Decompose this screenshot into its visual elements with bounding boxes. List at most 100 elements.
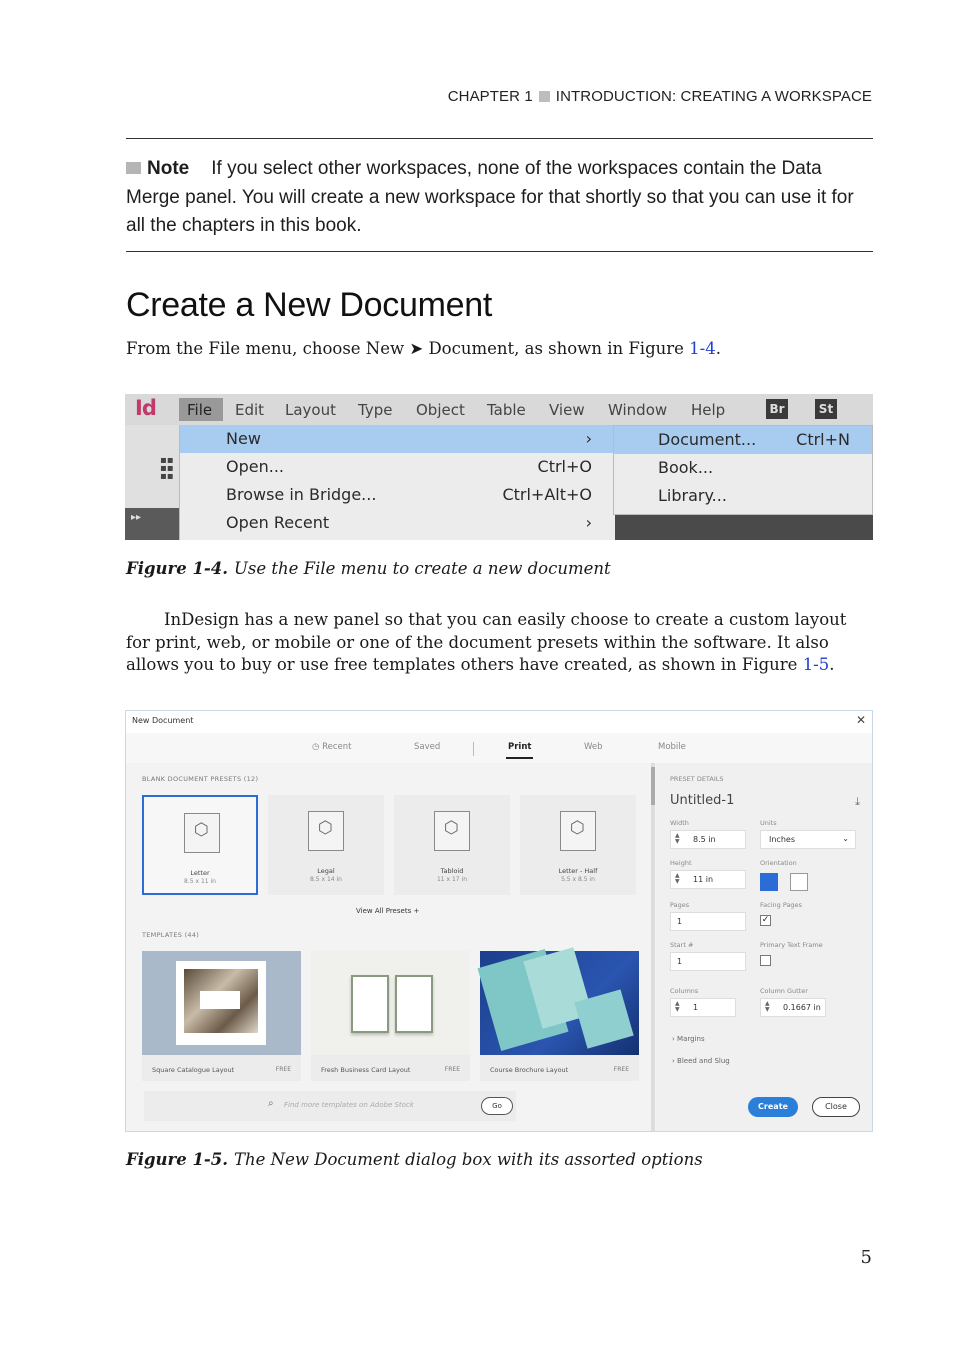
template-search-bar: ⌕ Find more templates on Adobe Stock (144, 1091, 516, 1121)
close-button[interactable]: Close (812, 1097, 860, 1117)
caption-label: Figure 1-4. (126, 559, 229, 578)
menu-table[interactable]: Table (487, 401, 526, 419)
menu-shortcut: Ctrl+Alt+O (502, 485, 592, 504)
note-square-icon (126, 162, 141, 174)
column-gutter-field[interactable]: ▲ ▼ 0.1667 in (760, 998, 826, 1017)
submenu-item-document[interactable]: Document... Ctrl+N (614, 426, 872, 454)
submenu-arrow-icon: › (585, 513, 592, 532)
tab-mobile[interactable]: Mobile (658, 742, 686, 752)
submenu-item-library[interactable]: Library... (614, 482, 872, 510)
bleed-slug-expander[interactable]: › Bleed and Slug (672, 1057, 730, 1065)
tab-web[interactable]: Web (584, 742, 603, 752)
template-card-square-catalogue[interactable]: Square Catalogue Layout FREE (142, 951, 301, 1081)
width-label: Width (670, 819, 689, 827)
primary-text-frame-checkbox[interactable] (760, 955, 771, 966)
tab-print[interactable]: Print (505, 742, 534, 759)
panel-scrollbar[interactable] (651, 763, 655, 1131)
category-tabs: ◷ Recent Saved Print Web Mobile (126, 733, 872, 763)
new-submenu: Document... Ctrl+N Book... Library... (613, 425, 873, 515)
submenu-item-book[interactable]: Book... (614, 454, 872, 482)
save-preset-icon[interactable]: ⤓ (855, 795, 860, 809)
figure-link-1-4[interactable]: 1-4 (689, 339, 716, 358)
menu-edit[interactable]: Edit (235, 401, 264, 419)
units-select[interactable]: Inches ⌄ (760, 830, 856, 849)
stepper-icon[interactable]: ▲ ▼ (675, 1001, 680, 1013)
figure-link-1-5[interactable]: 1-5 (803, 655, 830, 674)
landscape-orientation-icon[interactable] (790, 873, 808, 891)
stepper-icon[interactable]: ▲ ▼ (675, 873, 680, 885)
preset-card-letter-half[interactable]: Letter - Half 5.5 x 8.5 in (520, 795, 636, 895)
bleed-slug-label: Bleed and Slug (677, 1057, 730, 1065)
columns-field[interactable]: ▲ ▼ 1 (670, 998, 736, 1017)
paragraph-2-text: InDesign has a new panel so that you can… (126, 610, 847, 674)
grid-icon: ▪▪ ▪▪ ▪▪ (160, 455, 174, 482)
paragraph-1-text: From the File menu, choose New ➤ Documen… (126, 339, 690, 358)
width-field[interactable]: ▲ ▼ 8.5 in (670, 830, 746, 849)
stepper-icon[interactable]: ▲ ▼ (765, 1001, 770, 1013)
preset-size: 8.5 x 14 in (310, 876, 342, 883)
menu-window[interactable]: Window (608, 401, 667, 419)
menu-view[interactable]: View (549, 401, 585, 419)
preset-size: 5.5 x 8.5 in (561, 876, 595, 883)
template-search-input[interactable]: Find more templates on Adobe Stock (284, 1101, 414, 1109)
preset-card-legal[interactable]: Legal 8.5 x 14 in (268, 795, 384, 895)
go-button[interactable]: Go (481, 1097, 513, 1115)
facing-pages-checkbox[interactable]: ✓ (760, 915, 771, 926)
tab-saved[interactable]: Saved (414, 742, 440, 752)
bridge-badge[interactable]: Br (766, 399, 788, 419)
preset-card-letter[interactable]: Letter 8.5 x 11 in (142, 795, 258, 895)
margins-expander[interactable]: › Margins (672, 1035, 705, 1043)
menu-file[interactable]: File (179, 398, 223, 421)
primary-text-frame-label: Primary Text Frame (760, 941, 823, 949)
stepper-icon[interactable]: ▲ ▼ (675, 833, 680, 845)
document-preset-icon (560, 811, 596, 851)
collapse-icon[interactable]: ▸▸ (125, 508, 179, 540)
menu-object[interactable]: Object (416, 401, 465, 419)
menu-type[interactable]: Type (358, 401, 392, 419)
column-gutter-value: 0.1667 in (783, 1003, 821, 1012)
tab-recent[interactable]: ◷ Recent (312, 742, 352, 752)
height-field[interactable]: ▲ ▼ 11 in (670, 870, 746, 889)
document-preset-icon (434, 811, 470, 851)
dialog-titlebar: New Document ✕ (126, 711, 872, 733)
height-value: 11 in (693, 875, 714, 884)
template-thumbnail (142, 951, 301, 1055)
start-page-field[interactable]: 1 (670, 952, 746, 971)
units-value: Inches (769, 835, 795, 844)
stock-badge[interactable]: St (815, 399, 837, 419)
presets-section-label: BLANK DOCUMENT PRESETS (12) (142, 775, 259, 783)
menu-item-open-recent[interactable]: Open Recent › (180, 509, 616, 537)
menu-item-label: Open Recent (226, 513, 330, 532)
template-name: Square Catalogue Layout (152, 1066, 235, 1074)
figure-file-menu: Id File Edit Layout Type Object Table Vi… (125, 394, 873, 540)
menu-help[interactable]: Help (691, 401, 725, 419)
figure-new-document-dialog: New Document ✕ ◷ Recent Saved Print Web … (125, 710, 873, 1132)
menu-item-new[interactable]: New › (180, 425, 616, 453)
caption-text: The New Document dialog box with its ass… (234, 1150, 703, 1169)
column-gutter-label: Column Gutter (760, 987, 808, 995)
preset-size: 11 x 17 in (436, 876, 467, 883)
margins-label: Margins (677, 1035, 705, 1043)
menu-item-browse-bridge[interactable]: Browse in Bridge... Ctrl+Alt+O (180, 481, 616, 509)
scrollbar-thumb[interactable] (651, 767, 655, 805)
document-name-field[interactable]: Untitled-1 (670, 793, 734, 808)
menu-item-label: Open... (226, 457, 284, 476)
menu-item-label: New (226, 429, 261, 448)
view-all-presets-link[interactable]: View All Presets + (356, 907, 419, 915)
preset-name: Letter (190, 869, 210, 877)
paragraph-2-end: . (829, 655, 835, 674)
portrait-orientation-icon[interactable] (760, 873, 778, 891)
start-page-value: 1 (677, 957, 683, 966)
menu-item-label: Book... (658, 458, 714, 477)
document-preset-icon (184, 813, 220, 853)
preset-card-tabloid[interactable]: Tabloid 11 x 17 in (394, 795, 510, 895)
template-card-business-card[interactable]: Fresh Business Card Layout FREE (311, 951, 470, 1081)
pages-field[interactable]: 1 (670, 912, 746, 931)
close-icon[interactable]: ✕ (856, 713, 866, 727)
template-card-course-brochure[interactable]: Course Brochure Layout FREE (477, 947, 639, 1081)
create-button[interactable]: Create (748, 1097, 798, 1117)
menu-item-open[interactable]: Open... Ctrl+O (180, 453, 616, 481)
menu-layout[interactable]: Layout (285, 401, 336, 419)
tab-separator (473, 742, 474, 756)
paragraph-2: InDesign has a new panel so that you can… (126, 609, 873, 677)
